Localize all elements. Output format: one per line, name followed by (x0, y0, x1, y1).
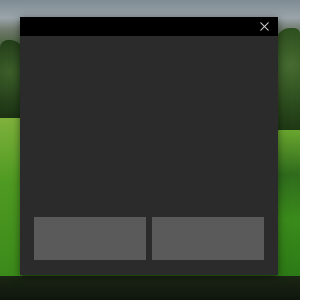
background-trees-right (276, 28, 300, 133)
background-ground (0, 276, 300, 300)
background-grass-right (276, 130, 300, 278)
dialog-window (20, 17, 278, 275)
background-grass-left (0, 118, 22, 278)
desktop-background (0, 0, 300, 300)
dialog-titlebar[interactable] (20, 17, 278, 36)
close-button[interactable] (256, 19, 272, 34)
dialog-content (20, 36, 278, 217)
dialog-button-row (34, 217, 264, 260)
close-icon (259, 22, 269, 31)
secondary-button[interactable] (152, 217, 264, 260)
primary-button[interactable] (34, 217, 146, 260)
